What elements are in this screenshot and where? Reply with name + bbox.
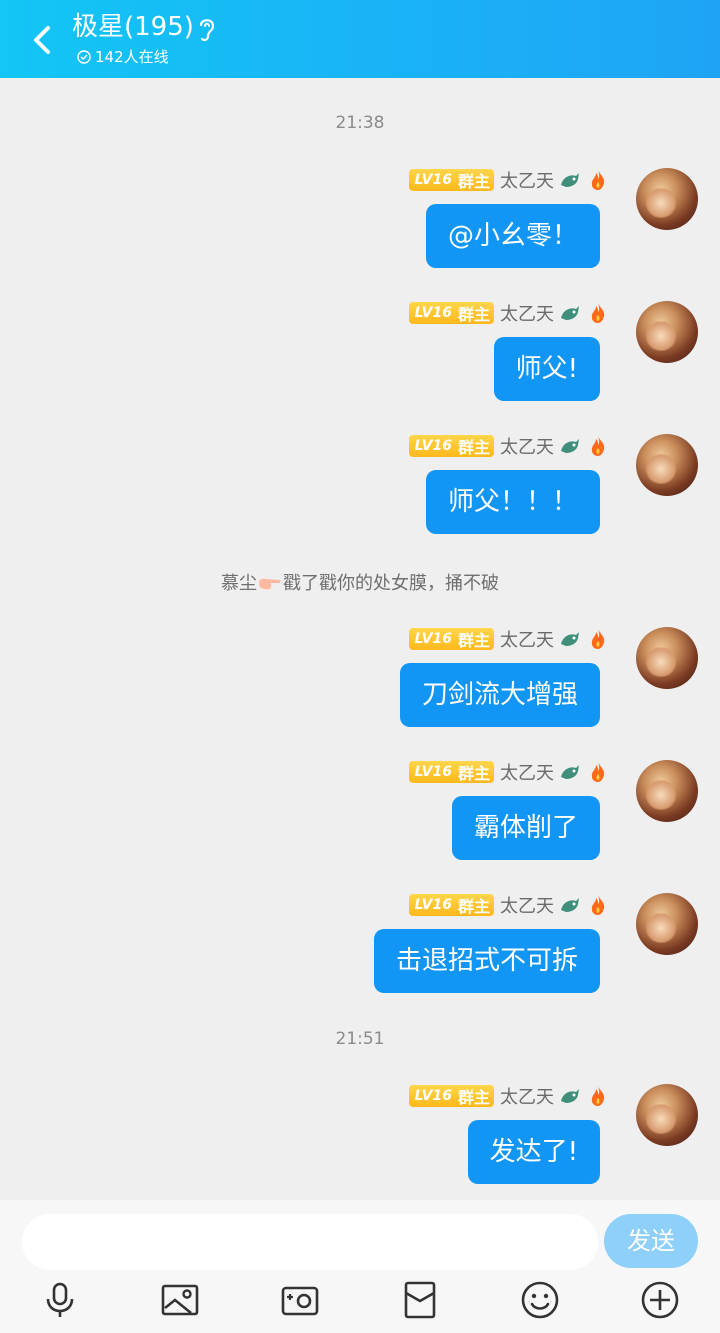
avatar[interactable] xyxy=(636,434,698,496)
fire-icon xyxy=(591,436,605,456)
red-packet-icon[interactable] xyxy=(400,1280,440,1320)
sender-info: LV16 群主 太乙天 xyxy=(408,759,610,785)
message-bubble[interactable]: 师父！！！ xyxy=(425,470,600,534)
dragon-icon xyxy=(561,173,579,187)
message-input[interactable] xyxy=(22,1214,598,1270)
sender-nickname[interactable]: 太乙天 xyxy=(500,626,554,652)
level-badge: LV16 群主 xyxy=(408,1085,494,1107)
timestamp: 21:51 xyxy=(335,1029,385,1049)
online-count: 142人在线 xyxy=(95,48,169,66)
dragon-icon xyxy=(561,765,579,779)
message-bubble[interactable]: 刀剑流大增强 xyxy=(399,663,600,727)
sender-info: LV16 群主 太乙天 xyxy=(408,300,610,326)
sender-nickname[interactable]: 太乙天 xyxy=(500,167,554,193)
plus-icon[interactable] xyxy=(640,1280,680,1320)
message-bubble[interactable]: 发达了! xyxy=(467,1120,600,1184)
avatar[interactable] xyxy=(636,1084,698,1146)
dragon-icon xyxy=(561,632,579,646)
dragon-icon xyxy=(561,306,579,320)
message-item: LV16 群主 太乙天 击退招式不可拆 xyxy=(18,893,698,1013)
dragon-icon xyxy=(561,1089,579,1103)
avatar[interactable] xyxy=(636,893,698,955)
avatar[interactable] xyxy=(636,168,698,230)
level-badge: LV16 群主 xyxy=(408,628,494,650)
sender-info: LV16 群主 太乙天 xyxy=(408,892,610,918)
message-item: LV16 群主 太乙天 师父! xyxy=(18,301,698,421)
sender-nickname[interactable]: 太乙天 xyxy=(500,759,554,785)
message-list[interactable]: 21:38 LV16 群主 太乙天 @小幺零！ LV16 群主 太乙天 师父! LV… xyxy=(0,78,720,1200)
avatar[interactable] xyxy=(636,627,698,689)
timestamp: 21:38 xyxy=(335,113,385,133)
send-button[interactable]: 发送 xyxy=(604,1214,698,1268)
message-item: LV16 群主 太乙天 刀剑流大增强 xyxy=(18,627,698,747)
dragon-icon xyxy=(561,439,579,453)
sender-info: LV16 群主 太乙天 xyxy=(408,167,610,193)
fire-icon xyxy=(591,1086,605,1106)
sender-nickname[interactable]: 太乙天 xyxy=(500,892,554,918)
sender-info: LV16 群主 太乙天 xyxy=(408,433,610,459)
sender-info: LV16 群主 太乙天 xyxy=(408,626,610,652)
group-title[interactable]: 极星(195) xyxy=(72,10,194,44)
message-bubble[interactable]: @小幺零！ xyxy=(425,204,600,268)
image-icon[interactable] xyxy=(160,1280,200,1320)
message-bubble[interactable]: 击退招式不可拆 xyxy=(373,929,600,993)
composer-bar: 发送 xyxy=(0,1200,720,1333)
message-item: LV16 群主 太乙天 师父！！！ xyxy=(18,434,698,554)
chat-header: 极星(195) 142人在线 xyxy=(0,0,720,78)
emoji-icon[interactable] xyxy=(520,1280,560,1320)
level-badge: LV16 群主 xyxy=(408,169,494,191)
message-item: LV16 群主 太乙天 发达了! xyxy=(18,1084,698,1204)
avatar[interactable] xyxy=(636,301,698,363)
ear-icon[interactable] xyxy=(196,15,218,43)
microphone-icon[interactable] xyxy=(40,1280,80,1320)
sender-nickname[interactable]: 太乙天 xyxy=(500,300,554,326)
avatar[interactable] xyxy=(636,760,698,822)
dragon-icon xyxy=(561,898,579,912)
message-bubble[interactable]: 霸体削了 xyxy=(451,796,600,860)
sender-nickname[interactable]: 太乙天 xyxy=(500,1083,554,1109)
pointing-finger-icon xyxy=(259,578,281,590)
check-circle-icon xyxy=(77,50,91,64)
fire-icon xyxy=(591,762,605,782)
fire-icon xyxy=(591,303,605,323)
fire-icon xyxy=(591,629,605,649)
camera-icon[interactable] xyxy=(280,1280,320,1320)
message-bubble[interactable]: 师父! xyxy=(493,337,600,401)
level-badge: LV16 群主 xyxy=(408,894,494,916)
fire-icon xyxy=(591,170,605,190)
input-toolbar xyxy=(0,1280,720,1324)
level-badge: LV16 群主 xyxy=(408,435,494,457)
poke-text: 戳了戳你的处女膜，捅不破 xyxy=(283,573,499,594)
fire-icon xyxy=(591,895,605,915)
poke-sender[interactable]: 慕尘 xyxy=(221,573,257,594)
message-item: LV16 群主 太乙天 @小幺零！ xyxy=(18,168,698,288)
sender-nickname[interactable]: 太乙天 xyxy=(500,433,554,459)
message-item: LV16 群主 太乙天 霸体削了 xyxy=(18,760,698,880)
online-status: 142人在线 xyxy=(77,47,169,67)
level-badge: LV16 群主 xyxy=(408,302,494,324)
level-badge: LV16 群主 xyxy=(408,761,494,783)
sender-info: LV16 群主 太乙天 xyxy=(408,1083,610,1109)
system-message: 慕尘 戳了戳你的处女膜，捅不破 xyxy=(0,569,720,595)
back-icon[interactable] xyxy=(28,22,60,58)
